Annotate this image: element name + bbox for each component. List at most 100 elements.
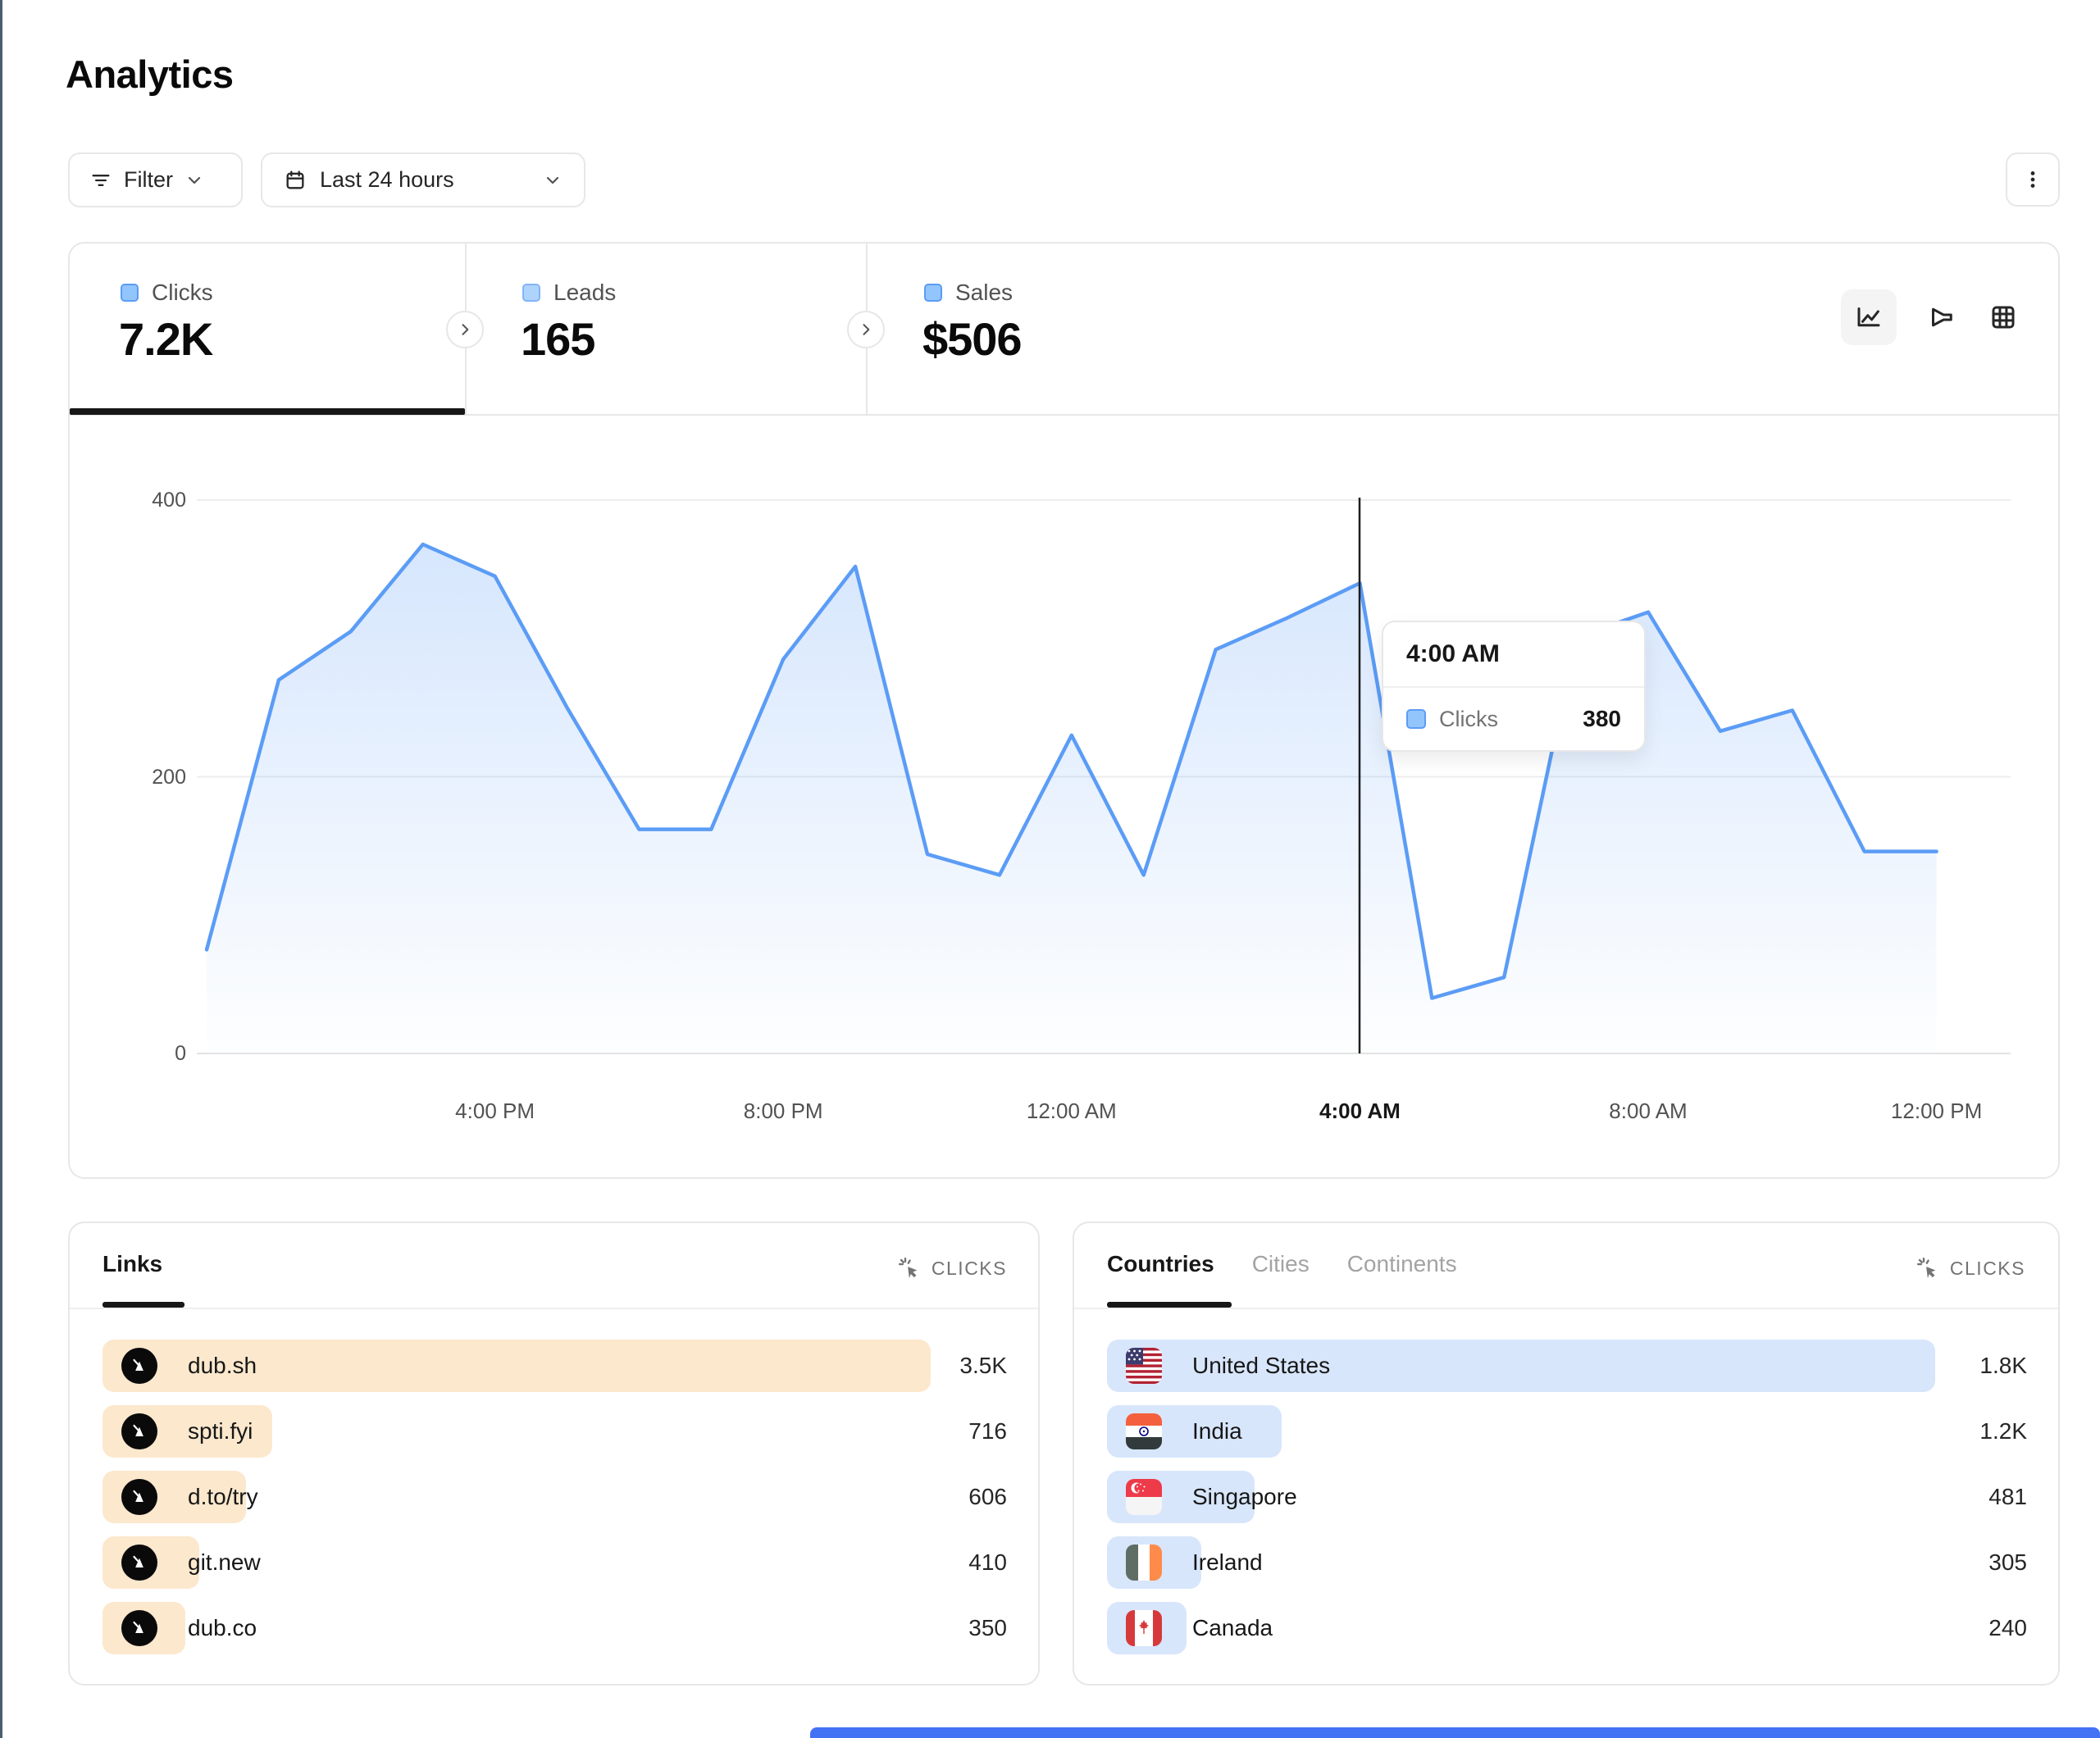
link-value: 606	[968, 1471, 1007, 1523]
date-range-button[interactable]: Last 24 hours	[261, 152, 585, 207]
tab-leads[interactable]: Leads 165	[467, 243, 866, 414]
tab-continents[interactable]: Continents	[1347, 1251, 1457, 1277]
country-value: 240	[1988, 1602, 2027, 1654]
tab-sales[interactable]: Sales $506	[868, 243, 1278, 414]
expand-clicks-chevron-button[interactable]	[446, 311, 484, 348]
link-label: d.to/try	[188, 1471, 258, 1523]
link-row[interactable]: dub.sh 3.5K	[102, 1340, 1007, 1392]
funnel-icon	[1927, 303, 1957, 332]
x-tick-label: 12:00 PM	[1867, 1099, 2007, 1124]
calendar-icon	[284, 169, 307, 192]
link-value: 716	[968, 1405, 1007, 1458]
countries-metric-label: CLICKS	[1950, 1258, 2025, 1280]
link-value: 350	[968, 1602, 1007, 1654]
country-value: 1.8K	[1979, 1340, 2027, 1392]
y-tick-label: 400	[94, 489, 186, 512]
dub-logo-icon	[121, 1479, 157, 1515]
country-label: India	[1192, 1405, 1242, 1458]
country-label: Canada	[1192, 1602, 1273, 1654]
leads-legend-icon	[522, 284, 540, 302]
page-title: Analytics	[66, 52, 233, 97]
tooltip-legend-icon	[1406, 709, 1426, 729]
tab-links[interactable]: Links	[102, 1251, 162, 1277]
ireland-flag-icon	[1126, 1545, 1162, 1581]
bottom-blue-strip	[810, 1727, 2100, 1738]
singapore-flag-icon	[1126, 1479, 1162, 1515]
canada-flag-icon	[1126, 1610, 1162, 1646]
sales-value: $506	[922, 312, 1022, 366]
country-row[interactable]: Ireland 305	[1107, 1536, 2027, 1589]
filter-button[interactable]: Filter	[68, 152, 243, 207]
line-chart-icon	[1854, 303, 1884, 332]
sales-legend-icon	[924, 284, 942, 302]
us-flag-icon	[1126, 1348, 1162, 1384]
date-range-label: Last 24 hours	[320, 167, 454, 193]
leads-tab-label: Leads	[553, 280, 616, 306]
clicks-value: 7.2K	[119, 312, 212, 366]
left-edge-divider	[0, 0, 2, 1738]
countries-metric-header[interactable]: CLICKS	[1916, 1256, 2025, 1281]
dub-logo-icon	[121, 1348, 157, 1384]
leads-value: 165	[521, 312, 594, 366]
country-label: Singapore	[1192, 1471, 1297, 1523]
countries-header-divider	[1074, 1308, 2058, 1309]
analytics-card: Clicks 7.2K Leads 165 Sales $506	[68, 242, 2060, 1179]
more-options-button[interactable]	[2006, 152, 2060, 207]
country-value: 305	[1988, 1536, 2027, 1589]
area-fill	[207, 544, 1937, 1053]
dub-logo-icon	[121, 1610, 157, 1646]
view-toggle-line-chart[interactable]	[1841, 289, 1897, 345]
links-metric-header[interactable]: CLICKS	[897, 1256, 1007, 1281]
y-tick-label: 0	[94, 1042, 186, 1066]
cursor-click-icon	[897, 1256, 922, 1281]
countries-panel: Countries Cities Continents CLICKS Unite…	[1073, 1222, 2060, 1686]
link-label: dub.sh	[188, 1340, 257, 1392]
india-flag-icon	[1126, 1413, 1162, 1449]
link-value: 410	[968, 1536, 1007, 1589]
x-tick-label: 8:00 PM	[713, 1099, 853, 1124]
x-tick-label: 8:00 AM	[1578, 1099, 1718, 1124]
link-value: 3.5K	[959, 1340, 1007, 1392]
table-grid-icon	[1988, 303, 2018, 332]
view-toggle-table[interactable]	[1975, 289, 2031, 345]
link-label: dub.co	[188, 1602, 257, 1654]
filter-button-label: Filter	[124, 167, 173, 193]
tooltip-series-label: Clicks	[1439, 707, 1498, 732]
sales-tab-label: Sales	[955, 280, 1013, 306]
tab-countries[interactable]: Countries	[1107, 1251, 1214, 1277]
view-toggle-funnel[interactable]	[1914, 289, 1970, 345]
expand-leads-chevron-button[interactable]	[847, 311, 885, 348]
dub-logo-icon	[121, 1413, 157, 1449]
country-row[interactable]: India 1.2K	[1107, 1405, 2027, 1458]
clicks-tab-label: Clicks	[152, 280, 213, 306]
tab-cities[interactable]: Cities	[1252, 1251, 1310, 1277]
chevron-down-icon	[543, 171, 563, 190]
kebab-menu-icon	[2022, 169, 2043, 190]
links-panel: Links CLICKS dub.sh 3.5K spti.fyi 716 d.…	[68, 1222, 1040, 1686]
clicks-area-chart[interactable]: 0200400 4:00 PM8:00 PM12:00 AM4:00 AM8:0…	[70, 416, 2061, 1181]
dub-logo-icon	[121, 1545, 157, 1581]
clicks-legend-icon	[121, 284, 139, 302]
x-tick-label: 4:00 AM	[1290, 1099, 1429, 1124]
chart-canvas	[70, 416, 2061, 1181]
link-row[interactable]: d.to/try 606	[102, 1471, 1007, 1523]
links-tab-underline	[102, 1302, 184, 1308]
tab-clicks[interactable]: Clicks 7.2K	[70, 243, 465, 414]
link-row[interactable]: spti.fyi 716	[102, 1405, 1007, 1458]
link-row[interactable]: git.new 410	[102, 1536, 1007, 1589]
links-metric-label: CLICKS	[932, 1258, 1007, 1280]
links-header-divider	[70, 1308, 1038, 1309]
country-label: United States	[1192, 1340, 1330, 1392]
link-row[interactable]: dub.co 350	[102, 1602, 1007, 1654]
country-row[interactable]: Canada 240	[1107, 1602, 2027, 1654]
tooltip-value: 380	[1583, 706, 1621, 732]
country-value: 481	[1988, 1471, 2027, 1523]
link-label: git.new	[188, 1536, 261, 1589]
filter-icon	[89, 169, 112, 192]
tooltip-time: 4:00 AM	[1383, 622, 1644, 688]
y-tick-label: 200	[94, 766, 186, 789]
country-row[interactable]: United States 1.8K	[1107, 1340, 2027, 1392]
country-row[interactable]: Singapore 481	[1107, 1471, 2027, 1523]
x-tick-label: 4:00 PM	[426, 1099, 565, 1124]
countries-tab-underline	[1107, 1302, 1232, 1308]
